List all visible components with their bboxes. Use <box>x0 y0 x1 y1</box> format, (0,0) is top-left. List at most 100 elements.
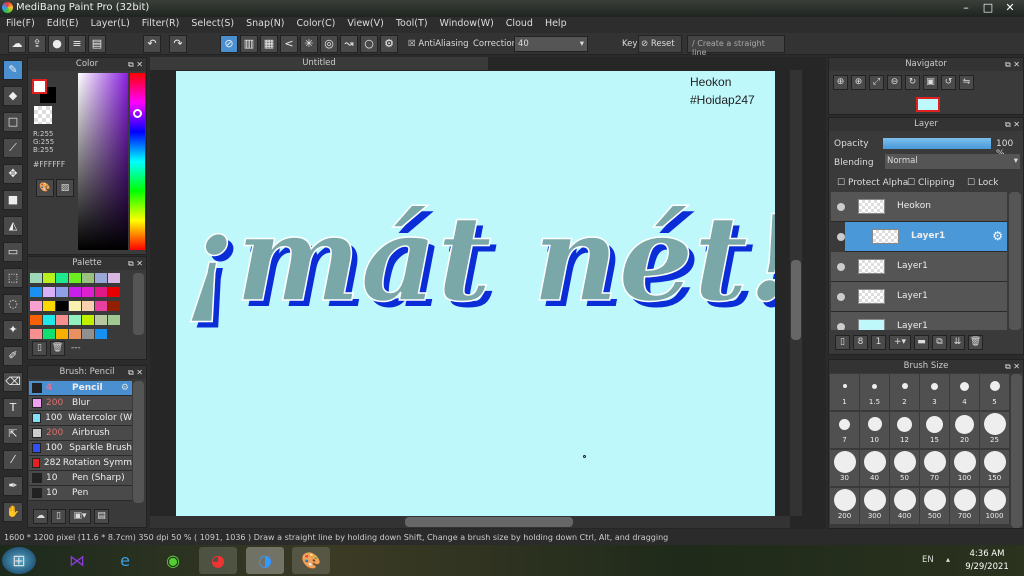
visibility-icon[interactable] <box>837 323 845 330</box>
flip-icon[interactable]: ⇋ <box>959 75 974 90</box>
brush-size-cell[interactable]: 25 <box>980 412 1009 448</box>
close-button[interactable]: ✕ <box>1000 1 1020 15</box>
snap-curve-icon[interactable]: ↝ <box>340 35 358 53</box>
palette-swatch[interactable] <box>95 273 107 283</box>
redo-button[interactable]: ↷ <box>169 35 187 53</box>
palette-swatch[interactable] <box>69 315 81 325</box>
hand-tool-icon[interactable]: ✋ <box>3 502 23 522</box>
gradient-tool-icon[interactable]: ▭ <box>3 242 23 262</box>
palette-swatch[interactable] <box>108 315 120 325</box>
brush-size-cell[interactable]: 400 <box>890 488 919 524</box>
palette-swatch[interactable] <box>30 301 42 311</box>
palette-swatch[interactable] <box>43 273 55 283</box>
new-layer-icon[interactable]: ▯ <box>835 335 850 350</box>
shape-tool-icon[interactable]: □ <box>3 112 23 132</box>
brush-item[interactable]: 10 Pen <box>29 486 132 501</box>
brush-size-cell[interactable]: 10 <box>860 412 889 448</box>
brush-size-cell[interactable]: 50 <box>890 450 919 486</box>
comment-icon[interactable]: ● <box>48 35 66 53</box>
document-icon[interactable]: ▤ <box>88 35 106 53</box>
brush-tool-icon[interactable]: ✎ <box>3 60 23 80</box>
select-eraser-tool-icon[interactable]: ⌫ <box>3 372 23 392</box>
palette-swatch[interactable] <box>95 301 107 311</box>
panel-close-icon[interactable]: ⧉ ✕ <box>1005 360 1020 373</box>
visibility-icon[interactable] <box>837 263 845 271</box>
palette-swatch[interactable] <box>108 301 120 311</box>
brush-settings-icon[interactable]: ▤ <box>94 509 109 524</box>
visibility-icon[interactable] <box>837 233 845 241</box>
layer-item[interactable]: Layer1 <box>831 282 1007 312</box>
folder-icon[interactable]: ▬ <box>914 335 929 350</box>
select-tool-icon[interactable]: ⬚ <box>3 268 23 288</box>
palette-swatch[interactable] <box>56 315 68 325</box>
internet-explorer-icon[interactable]: e <box>106 547 144 574</box>
dot-tool-icon[interactable]: ⟋ <box>3 138 23 158</box>
panel-close-icon[interactable]: ⧉ ✕ <box>128 366 143 379</box>
panel-close-icon[interactable]: ⧉ ✕ <box>1005 118 1020 131</box>
palette-swatch[interactable] <box>69 329 81 339</box>
brush-item[interactable]: 4 Pencil ⚙ <box>29 381 132 396</box>
palette-swatch[interactable] <box>43 315 55 325</box>
palette-swatch[interactable] <box>30 329 42 339</box>
document-tab[interactable]: Untitled <box>150 57 488 70</box>
merge-layer-icon[interactable]: ⇊ <box>950 335 965 350</box>
brush-menu-icon[interactable]: ▣▾ <box>69 509 91 524</box>
palette-swatch[interactable] <box>56 301 68 311</box>
brush-size-cell[interactable]: 700 <box>950 488 979 524</box>
layer-item[interactable]: Heokon <box>831 192 1007 222</box>
add-layer-menu-icon[interactable]: +▾ <box>889 335 911 350</box>
palette-swatch[interactable] <box>95 315 107 325</box>
fill-rect-tool-icon[interactable]: ■ <box>3 190 23 210</box>
panel-close-icon[interactable]: ⧉ ✕ <box>128 257 143 270</box>
chrome-icon[interactable]: ◕ <box>199 547 237 574</box>
brush-size-cell[interactable]: 150 <box>980 450 1009 486</box>
brush-size-cell[interactable]: 1000 <box>980 488 1009 524</box>
magic-wand-tool-icon[interactable]: ✦ <box>3 320 23 340</box>
brush-item[interactable]: 10 Pen (Sharp) <box>29 471 132 486</box>
reset-view-icon[interactable]: ↺ <box>941 75 956 90</box>
bucket-tool-icon[interactable]: ◭ <box>3 216 23 236</box>
foreground-color-swatch[interactable] <box>32 79 47 94</box>
minimize-button[interactable]: – <box>956 1 976 15</box>
drawing-canvas[interactable]: Heokon #Hoidap247 ¡mát nét! ¡mát nét! <box>176 71 775 516</box>
menu-item[interactable]: Window(W) <box>440 18 494 32</box>
reset-button[interactable]: ⊘ Reset <box>638 35 682 53</box>
new-1bit-layer-icon[interactable]: 1 <box>871 335 886 350</box>
text-tool-icon[interactable]: T <box>3 398 23 418</box>
maximize-button[interactable]: □ <box>978 1 998 15</box>
tray-expand-icon[interactable]: ▴ <box>946 555 950 564</box>
palette-swatch[interactable] <box>82 273 94 283</box>
palette-swatch[interactable] <box>69 287 81 297</box>
coccoc-icon[interactable]: ◉ <box>154 547 192 574</box>
delete-layer-icon[interactable]: 🗑 <box>968 335 983 350</box>
snap-radial-icon[interactable]: ✳ <box>300 35 318 53</box>
brush-size-cell[interactable]: 5 <box>980 374 1009 410</box>
zoom-in-icon[interactable]: ⊕ <box>833 75 848 90</box>
snap-off-icon[interactable]: ⊘ <box>220 35 238 53</box>
add-brush-icon[interactable]: ▯ <box>51 509 66 524</box>
layer-scrollbar[interactable] <box>1009 192 1021 330</box>
navigator-preview[interactable] <box>916 97 940 112</box>
clock[interactable]: 4:36 AM 9/29/2021 <box>962 548 1012 574</box>
opacity-slider[interactable] <box>883 138 991 149</box>
brush-size-cell[interactable]: 30 <box>830 450 859 486</box>
start-button[interactable]: ⊞ <box>2 547 36 574</box>
palette-swatch[interactable] <box>108 287 120 297</box>
antialiasing-checkbox[interactable]: ☒ AntiAliasing <box>408 39 469 49</box>
brush-size-cell[interactable]: 2 <box>890 374 919 410</box>
language-indicator[interactable]: EN <box>922 555 934 565</box>
brush-size-cell[interactable]: 40 <box>860 450 889 486</box>
brush-size-cell[interactable]: 12 <box>890 412 919 448</box>
snap-perspective-icon[interactable]: < <box>280 35 298 53</box>
upload-icon[interactable]: ⇪ <box>28 35 46 53</box>
visual-studio-icon[interactable]: ⋈ <box>58 547 96 574</box>
cloud-brush-icon[interactable]: ☁ <box>33 509 48 524</box>
palette-swatch[interactable] <box>95 329 107 339</box>
layer-item[interactable]: Layer1 <box>831 312 1007 330</box>
saturation-value-picker[interactable] <box>78 73 128 250</box>
blending-select[interactable]: Normal ▾ <box>885 154 1020 169</box>
palette-swatch[interactable] <box>30 287 42 297</box>
zoom-out-icon[interactable]: ⊖ <box>887 75 902 90</box>
menu-item[interactable]: Tool(T) <box>396 18 428 32</box>
palette-swatch[interactable] <box>82 287 94 297</box>
